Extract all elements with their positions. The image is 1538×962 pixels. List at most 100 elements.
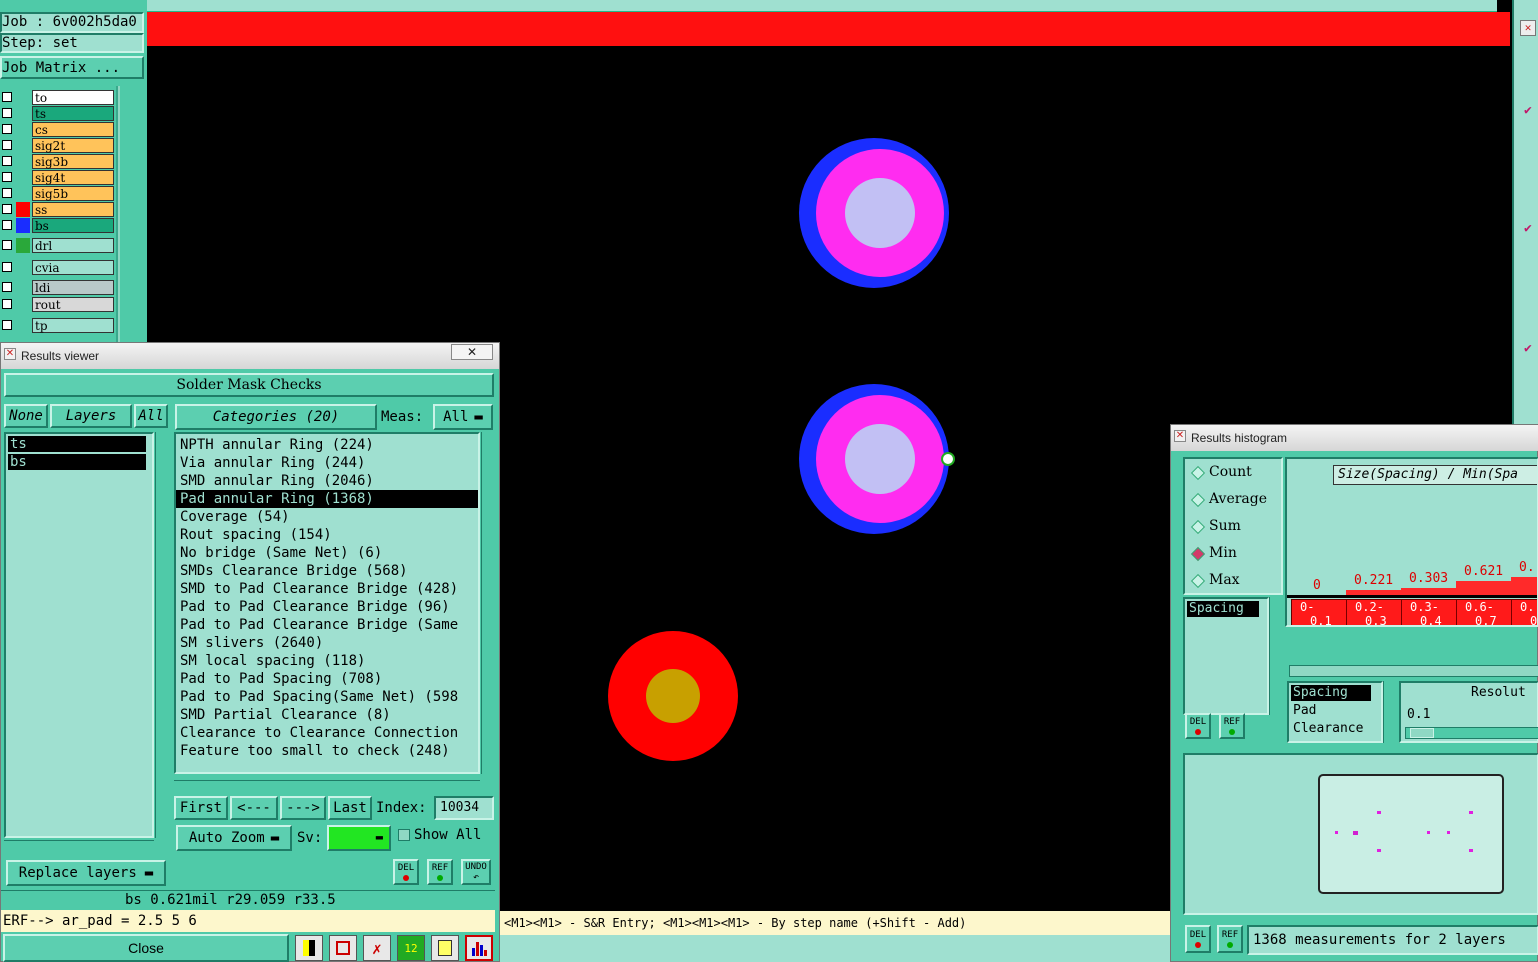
pad-top[interactable] [799, 138, 949, 288]
delete-result-icon[interactable] [329, 935, 357, 961]
resolution-slider[interactable] [1405, 727, 1538, 739]
layer-row-ss[interactable]: ss [0, 202, 116, 217]
layer-color-swatch[interactable] [16, 260, 30, 275]
measure-list[interactable]: Spacing [1183, 597, 1269, 715]
mode-option-max[interactable]: Max [1185, 571, 1281, 591]
layer-color-swatch[interactable] [16, 297, 30, 312]
category-item[interactable]: SMDs Clearance Bridge (568) [176, 562, 478, 580]
category-item[interactable]: Pad to Pad Clearance Bridge (96) [176, 598, 478, 616]
close-window-icon[interactable]: ✕ [451, 344, 493, 360]
radio-icon[interactable] [1190, 546, 1206, 562]
hist-ref-button[interactable]: REF [1219, 713, 1245, 739]
layer-row-cvia[interactable]: cvia [0, 260, 116, 275]
category-item[interactable]: Pad annular Ring (1368) [176, 490, 478, 508]
layer-color-swatch[interactable] [16, 138, 30, 153]
layer-color-swatch[interactable] [16, 154, 30, 169]
layer-color-swatch[interactable] [16, 218, 30, 233]
layer-checkbox[interactable] [2, 156, 12, 166]
show-all-checkbox[interactable] [398, 829, 410, 841]
layer-row-sig2t[interactable]: sig2t [0, 138, 116, 153]
layer-checkbox[interactable] [2, 262, 12, 272]
hist-del-button[interactable]: DEL [1185, 713, 1211, 739]
results-layer-item[interactable]: bs [8, 454, 146, 470]
close-button[interactable]: Close [3, 934, 289, 962]
layer-color-swatch[interactable] [16, 238, 30, 253]
prev-button[interactable]: <--- [230, 796, 278, 820]
footer-del-button[interactable]: DEL [1185, 925, 1211, 953]
histogram-bar[interactable] [1401, 588, 1456, 595]
histogram-bin-label[interactable]: 0- 0.1 [1292, 600, 1347, 625]
mode-option-min[interactable]: Min [1185, 544, 1281, 564]
results-viewer-titlebar[interactable]: ✕ Results viewer ✕ [1, 343, 499, 369]
categories-button[interactable]: Categories (20) [175, 404, 377, 430]
category-item[interactable]: SMD Partial Clearance (8) [176, 706, 478, 724]
layer-checkbox[interactable] [2, 188, 12, 198]
category-item[interactable]: NPTH annular Ring (224) [176, 436, 478, 454]
radio-icon[interactable] [1190, 573, 1206, 589]
histogram-icon[interactable] [465, 935, 493, 961]
histogram-titlebar[interactable]: ✕ Results histogram [1171, 425, 1538, 451]
layer-list-vscroll[interactable] [155, 432, 169, 838]
categories-list[interactable]: NPTH annular Ring (224) Via annular Ring … [174, 432, 480, 774]
layer-checkbox[interactable] [2, 172, 12, 182]
category-item[interactable]: Pad to Pad Clearance Bridge (Same [176, 616, 478, 634]
sub-measure-item[interactable]: Pad [1291, 703, 1371, 719]
layer-color-swatch[interactable] [16, 90, 30, 105]
categories-vscroll[interactable] [481, 432, 495, 774]
overview-map[interactable] [1317, 773, 1505, 895]
category-item[interactable]: Pad to Pad Spacing (708) [176, 670, 478, 688]
layer-color-swatch[interactable] [16, 122, 30, 137]
chart-hscroll[interactable] [1289, 665, 1538, 677]
layer-checkbox[interactable] [2, 124, 12, 134]
category-item[interactable]: Rout spacing (154) [176, 526, 478, 544]
histogram-bin-label[interactable]: 0.2- 0.3 [1347, 600, 1402, 625]
layer-row-tp[interactable]: tp [0, 318, 116, 333]
mode-option-count[interactable]: Count [1185, 463, 1281, 483]
histogram-bin-label[interactable]: 0. 0 [1512, 600, 1537, 625]
layer-row-cs[interactable]: cs [0, 122, 116, 137]
right-toolbar-check-icon[interactable]: ✔ [1524, 222, 1538, 236]
pad-bottom[interactable] [608, 631, 738, 761]
footer-ref-button[interactable]: REF [1217, 925, 1243, 953]
mode-option-average[interactable]: Average [1185, 490, 1281, 510]
undo-button[interactable]: UNDO ↶ [461, 859, 491, 885]
category-item[interactable]: Clearance to Clearance Connection [176, 724, 478, 742]
right-toolbar-check-icon[interactable]: ✔ [1524, 342, 1538, 356]
results-layer-item[interactable]: ts [8, 436, 146, 452]
ref-button[interactable]: REF [427, 859, 453, 885]
layer-checkbox[interactable] [2, 92, 12, 102]
layer-row-bs[interactable]: bs [0, 218, 116, 233]
numbered-list-icon[interactable]: 12 [397, 935, 425, 961]
command-line[interactable]: ERF--> ar_pad = 2.5 5 6 [1, 910, 495, 932]
overview-panel[interactable] [1183, 753, 1538, 915]
layer-checkbox[interactable] [2, 220, 12, 230]
category-item[interactable]: Pad to Pad Spacing(Same Net) (598 [176, 688, 478, 706]
next-button[interactable]: ---> [280, 796, 326, 820]
layer-row-ts[interactable]: ts [0, 106, 116, 121]
measure-list-scrollbar[interactable] [1269, 597, 1283, 715]
last-button[interactable]: Last [328, 796, 372, 820]
layer-color-swatch[interactable] [16, 202, 30, 217]
category-item[interactable]: SM local spacing (118) [176, 652, 478, 670]
histogram-bin-label[interactable]: 0.6- 0.7 [1457, 600, 1512, 625]
histogram-bar[interactable] [1456, 581, 1511, 595]
layer-row-ldi[interactable]: ldi [0, 280, 116, 295]
layer-list-scrollbar[interactable] [118, 86, 146, 344]
all-button[interactable]: All [134, 404, 168, 428]
mode-option-sum[interactable]: Sum [1185, 517, 1281, 537]
del-button[interactable]: DEL [393, 859, 419, 885]
result-marker[interactable] [941, 452, 955, 466]
sv-color-dropdown[interactable]: ▬ [327, 825, 391, 851]
layer-checkbox[interactable] [2, 299, 12, 309]
layer-row-to[interactable]: to [0, 90, 116, 105]
category-item[interactable]: Via annular Ring (244) [176, 454, 478, 472]
layer-row-sig4t[interactable]: sig4t [0, 170, 116, 185]
sub-measure-item[interactable]: Spacing [1291, 685, 1371, 701]
layer-color-swatch[interactable] [16, 170, 30, 185]
radio-icon[interactable] [1190, 492, 1206, 508]
cross-result-icon[interactable]: ✗ [363, 935, 391, 961]
layer-row-drl[interactable]: drl [0, 238, 116, 253]
layer-checkbox[interactable] [2, 108, 12, 118]
measure-item[interactable]: Spacing [1187, 601, 1259, 617]
layer-checkbox[interactable] [2, 240, 12, 250]
